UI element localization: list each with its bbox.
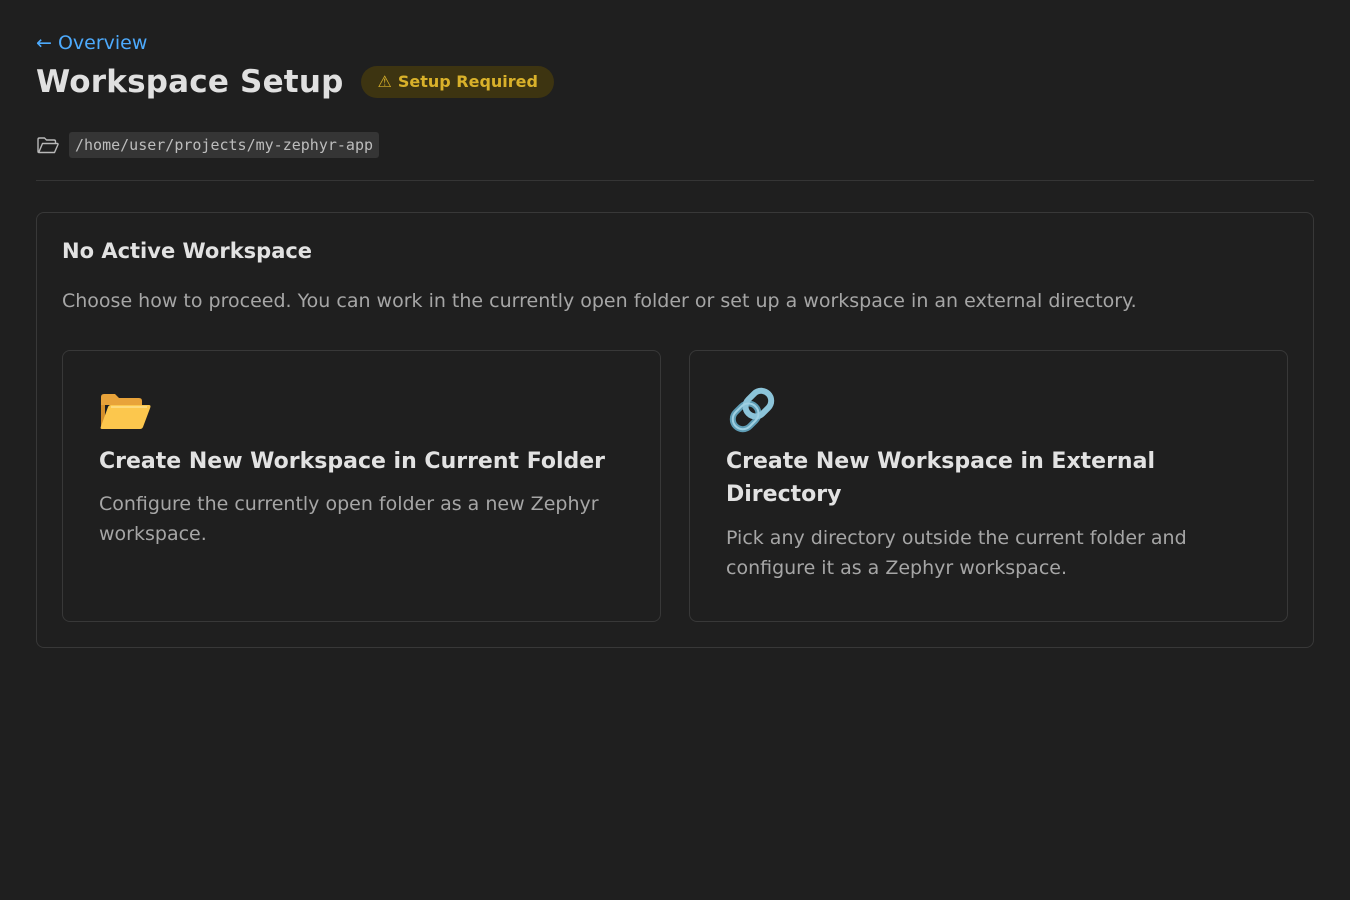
back-to-overview-link[interactable]: ← Overview xyxy=(36,31,147,55)
panel-title: No Active Workspace xyxy=(62,239,313,263)
current-path: /home/user/projects/my-zephyr-app xyxy=(36,131,380,159)
no-workspace-panel: No Active Workspace Choose how to procee… xyxy=(36,212,1314,648)
link-icon xyxy=(726,385,778,435)
option-title: Create New Workspace in External Directo… xyxy=(726,449,1155,507)
status-badge-label: Setup Required xyxy=(397,72,538,91)
header: Workspace Setup ⚠ Setup Required xyxy=(36,62,554,102)
option-description: Pick any directory outside the current f… xyxy=(726,527,1187,579)
warning-icon: ⚠ xyxy=(377,72,392,91)
folder-outline-icon xyxy=(36,135,60,155)
panel-description: Choose how to proceed. You can work in t… xyxy=(62,290,1137,312)
option-title: Create New Workspace in Current Folder xyxy=(99,449,605,474)
create-workspace-current-folder-card[interactable]: Create New Workspace in Current Folder C… xyxy=(62,350,661,622)
option-description: Configure the currently open folder as a… xyxy=(99,493,599,545)
divider xyxy=(36,180,1314,181)
open-folder-icon xyxy=(99,385,151,435)
workspace-setup-page: ← Overview Workspace Setup ⚠ Setup Requi… xyxy=(0,0,1350,900)
status-badge: ⚠ Setup Required xyxy=(361,66,554,98)
page-title: Workspace Setup xyxy=(36,64,344,100)
create-workspace-external-directory-card[interactable]: Create New Workspace in External Directo… xyxy=(689,350,1288,622)
workspace-path: /home/user/projects/my-zephyr-app xyxy=(69,132,380,158)
